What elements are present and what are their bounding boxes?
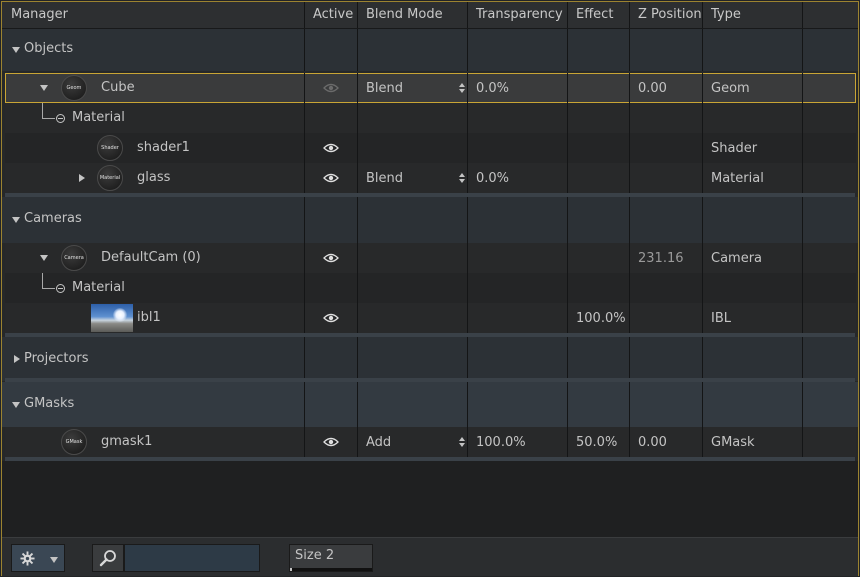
- spinner-arrows-icon: [459, 437, 465, 447]
- size-slider[interactable]: Size 2: [289, 544, 373, 572]
- node-name: shader1: [137, 140, 190, 155]
- tree-row-shader1[interactable]: Shader shader1 Shader: [5, 133, 856, 163]
- group-row-gmasks[interactable]: GMasks: [2, 382, 858, 427]
- transparency-field[interactable]: 0.0%: [467, 73, 567, 103]
- visibility-eye-icon[interactable]: [323, 83, 339, 93]
- search-button[interactable]: [92, 544, 124, 572]
- type-label: Camera: [702, 243, 802, 273]
- group-row-projectors[interactable]: Projectors: [2, 337, 858, 381]
- gear-icon: [20, 551, 35, 566]
- type-label: Shader: [702, 133, 802, 163]
- visibility-eye-icon[interactable]: [323, 253, 339, 263]
- tree-row-defaultcam[interactable]: Camera DefaultCam (0) 231.16 Camera: [5, 243, 856, 273]
- tree-row-material[interactable]: Material: [5, 103, 856, 133]
- material-thumbnail-icon: Material: [97, 165, 123, 191]
- expand-arrow-icon[interactable]: [40, 255, 48, 261]
- group-label-cameras: Cameras: [24, 211, 82, 226]
- group-label-gmasks: GMasks: [24, 396, 75, 411]
- node-name: DefaultCam (0): [101, 250, 201, 265]
- z-position-field[interactable]: 0.00: [629, 73, 702, 103]
- group-row-cameras[interactable]: Cameras: [2, 197, 858, 243]
- z-position-field[interactable]: 231.16: [629, 243, 702, 273]
- blend-mode-select[interactable]: Blend: [357, 73, 467, 103]
- visibility-eye-icon[interactable]: [323, 313, 339, 323]
- effect-field[interactable]: 100.0%: [567, 303, 629, 333]
- transparency-field[interactable]: 100.0%: [467, 427, 567, 457]
- settings-menu-button[interactable]: [11, 544, 65, 572]
- blend-mode-select[interactable]: Add: [357, 427, 467, 457]
- scene-manager-panel: Manager Active Blend Mode Transparency E…: [1, 1, 859, 576]
- blend-mode-value: Blend: [366, 170, 404, 186]
- collapse-minus-icon[interactable]: [56, 114, 65, 123]
- collapsed-arrow-icon[interactable]: [14, 355, 20, 363]
- group-label-objects: Objects: [24, 41, 74, 56]
- tree-row-glass[interactable]: Material glass Blend 0.0% Material: [5, 163, 856, 193]
- group-label-projectors: Projectors: [24, 351, 89, 366]
- expand-arrow-icon[interactable]: [12, 47, 20, 53]
- geom-thumbnail-icon: Geom: [61, 75, 87, 101]
- visibility-eye-icon[interactable]: [323, 143, 339, 153]
- header-manager[interactable]: Manager: [2, 2, 304, 28]
- search-input[interactable]: [124, 544, 260, 572]
- collapse-minus-icon[interactable]: [56, 284, 65, 293]
- expand-arrow-icon[interactable]: [12, 402, 20, 408]
- effect-field[interactable]: [567, 73, 629, 103]
- node-name: Material: [72, 280, 125, 295]
- expand-arrow-icon[interactable]: [40, 85, 48, 91]
- column-header: Manager Active Blend Mode Transparency E…: [2, 2, 858, 29]
- type-label: Material: [702, 163, 802, 193]
- tree-row-ibl1[interactable]: ibl1 100.0% IBL: [5, 303, 856, 333]
- footer-toolbar: Size 2: [2, 537, 858, 576]
- chevron-down-icon: [50, 557, 58, 563]
- type-label: IBL: [702, 303, 802, 333]
- size-slider-track[interactable]: [290, 568, 372, 571]
- header-spacer: [802, 2, 858, 28]
- tree-connector: [42, 103, 43, 118]
- header-effect[interactable]: Effect: [567, 2, 629, 28]
- transparency-field[interactable]: 0.0%: [467, 163, 567, 193]
- node-name: Material: [72, 110, 125, 125]
- node-name: ibl1: [137, 310, 161, 325]
- tree-connector: [42, 288, 55, 289]
- header-z-position[interactable]: Z Position: [629, 2, 702, 28]
- header-type[interactable]: Type: [702, 2, 802, 28]
- z-position-field[interactable]: 0.00: [629, 427, 702, 457]
- header-active[interactable]: Active: [304, 2, 357, 28]
- visibility-eye-icon[interactable]: [323, 173, 339, 183]
- spinner-arrows-icon: [459, 173, 465, 183]
- spinner-arrows-icon: [459, 83, 465, 93]
- size-slider-fill: [290, 568, 292, 571]
- effect-field[interactable]: 50.0%: [567, 427, 629, 457]
- header-transparency[interactable]: Transparency: [467, 2, 567, 28]
- scene-tree: Objects Geom Cube Blend 0.0% 0.00 Geom M…: [2, 29, 858, 537]
- empty-list-area: [2, 461, 858, 537]
- shader-thumbnail-icon: Shader: [97, 135, 123, 161]
- blend-mode-select[interactable]: Blend: [357, 163, 467, 193]
- type-label: GMask: [702, 427, 802, 457]
- node-name: gmask1: [101, 434, 153, 449]
- node-name: Cube: [101, 80, 135, 95]
- tree-row-gmask1[interactable]: GMask gmask1 Add 100.0% 50.0% 0.00 GMask: [5, 427, 856, 457]
- header-blend-mode[interactable]: Blend Mode: [357, 2, 467, 28]
- search-icon: [99, 550, 116, 567]
- ibl-environment-thumbnail: [91, 304, 133, 332]
- blend-mode-value: Add: [366, 434, 392, 450]
- gmask-thumbnail-icon: GMask: [61, 429, 87, 455]
- node-name: glass: [137, 170, 171, 185]
- tree-row-cube[interactable]: Geom Cube Blend 0.0% 0.00 Geom: [5, 73, 856, 103]
- tree-connector: [42, 273, 43, 288]
- visibility-eye-icon[interactable]: [323, 437, 339, 447]
- camera-thumbnail-icon: Camera: [61, 245, 87, 271]
- expand-arrow-icon[interactable]: [12, 217, 20, 223]
- collapsed-arrow-icon[interactable]: [79, 174, 85, 182]
- tree-row-material[interactable]: Material: [5, 273, 856, 303]
- size-label: Size 2: [295, 548, 335, 563]
- type-label: Geom: [702, 73, 802, 103]
- group-row-objects[interactable]: Objects: [2, 29, 858, 71]
- tree-connector: [42, 118, 55, 119]
- blend-mode-value: Blend: [366, 80, 404, 96]
